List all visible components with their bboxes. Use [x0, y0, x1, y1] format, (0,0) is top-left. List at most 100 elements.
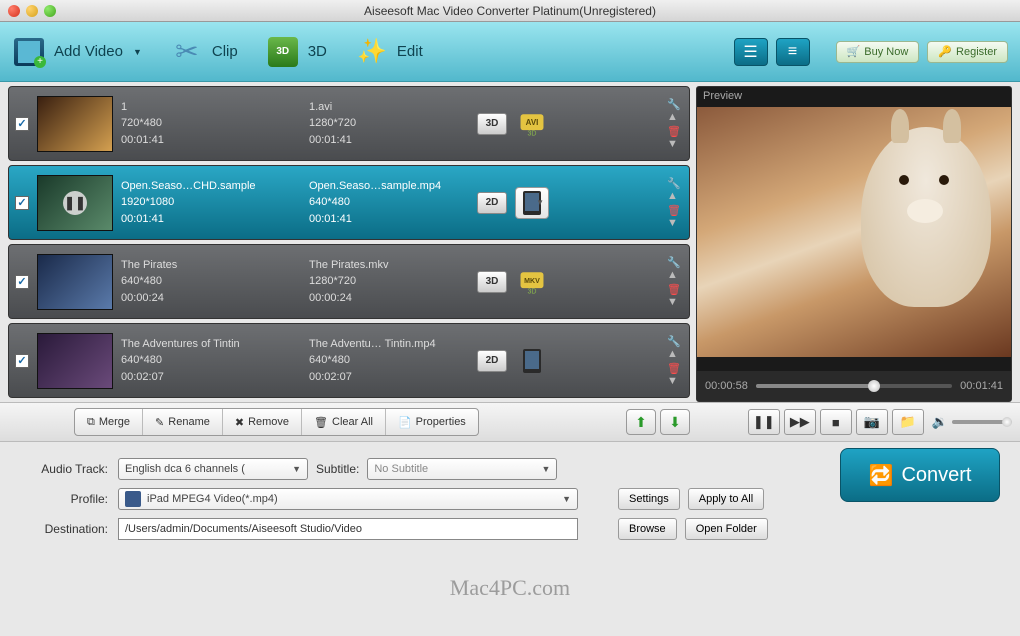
- checkbox[interactable]: ✓: [15, 117, 29, 131]
- checkbox[interactable]: ✓: [15, 354, 29, 368]
- format-cell: [515, 344, 549, 378]
- sort-up-icon[interactable]: ▲: [667, 351, 681, 359]
- view-grid-button[interactable]: ≡: [776, 38, 810, 66]
- move-down-button[interactable]: ⬇: [660, 409, 690, 435]
- camera-icon: 📷: [864, 414, 880, 430]
- dimension-badge[interactable]: 3D: [477, 113, 507, 135]
- destination-input[interactable]: /Users/admin/Documents/Aiseesoft Studio/…: [118, 518, 578, 540]
- sort-down-icon[interactable]: ▼: [667, 378, 681, 386]
- action-bar: ⧉Merge ✎Rename ✖Remove 🗑 Clear All 📄Prope…: [0, 402, 1020, 442]
- convert-button[interactable]: 🔁 Convert: [840, 448, 1000, 502]
- sort-up-icon[interactable]: ▲: [667, 272, 681, 280]
- clear-all-button[interactable]: 🗑 Clear All: [302, 409, 386, 435]
- trash-icon[interactable]: 🗑: [667, 362, 681, 375]
- doc-icon: 📄: [398, 416, 412, 429]
- source-info: The Pirates640*48000:00:24: [121, 257, 301, 307]
- chevron-down-icon: ▼: [133, 47, 142, 57]
- list-item[interactable]: ✓The Pirates640*48000:00:24The Pirates.m…: [8, 244, 690, 319]
- watermark-text: Mac4PC.com: [0, 575, 1020, 601]
- view-list-button[interactable]: ☰: [734, 38, 768, 66]
- audio-track-select[interactable]: English dca 6 channels (▼: [118, 458, 308, 480]
- main-toolbar: Add Video ▼ ✂ Clip 3D 3D ✨ Edit ☰ ≡ 🛒 Bu…: [0, 22, 1020, 82]
- source-duration: 00:01:41: [121, 211, 301, 228]
- source-resolution: 1920*1080: [121, 194, 301, 211]
- open-folder-button[interactable]: 📁: [892, 409, 924, 435]
- pause-button[interactable]: ❚❚: [748, 409, 780, 435]
- edit-button[interactable]: ✨ Edit: [355, 35, 423, 69]
- destination-label: Destination:: [18, 522, 108, 536]
- subtitle-select[interactable]: No Subtitle▼: [367, 458, 557, 480]
- browse-button[interactable]: Browse: [618, 518, 677, 540]
- settings-button[interactable]: Settings: [618, 488, 680, 510]
- thumbnail[interactable]: [37, 96, 113, 152]
- properties-button[interactable]: 📄Properties: [386, 409, 478, 435]
- clip-button[interactable]: ✂ Clip: [170, 35, 238, 69]
- seek-slider[interactable]: [756, 384, 952, 388]
- dimension-badge[interactable]: 2D: [477, 350, 507, 372]
- buy-now-button[interactable]: 🛒 Buy Now: [836, 41, 920, 63]
- format-cell: MKV3D: [515, 265, 549, 299]
- add-video-label: Add Video: [54, 43, 123, 60]
- wand-icon: ✨: [355, 35, 389, 69]
- list-item[interactable]: ✓ ❚❚Open.Seaso…CHD.sample1920*108000:01:4…: [8, 165, 690, 240]
- thumbnail[interactable]: ❚❚: [37, 175, 113, 231]
- pencil-icon: ✎: [155, 416, 164, 429]
- next-button[interactable]: ▶▶: [784, 409, 816, 435]
- volume-slider[interactable]: [952, 420, 1012, 424]
- arrow-up-icon: ⬆: [635, 414, 647, 431]
- threeD-button[interactable]: 3D 3D: [266, 35, 327, 69]
- sort-up-icon[interactable]: ▲: [667, 114, 681, 122]
- profile-select[interactable]: iPad MPEG4 Video(*.mp4)▼: [118, 488, 578, 510]
- wrench-icon[interactable]: 🔧: [667, 256, 681, 269]
- sort-down-icon[interactable]: ▼: [667, 299, 681, 307]
- wrench-icon[interactable]: 🔧: [667, 177, 681, 190]
- checkbox[interactable]: ✓: [15, 196, 29, 210]
- stop-button[interactable]: ■: [820, 409, 852, 435]
- add-video-button[interactable]: Add Video ▼: [12, 35, 142, 69]
- output-resolution: 640*480: [309, 352, 469, 369]
- sort-down-icon[interactable]: ▼: [667, 220, 681, 228]
- open-folder-button[interactable]: Open Folder: [685, 518, 768, 540]
- preview-image: [697, 107, 1011, 357]
- svg-text:AVI: AVI: [526, 117, 539, 126]
- source-duration: 00:01:41: [121, 132, 301, 149]
- source-info: Open.Seaso…CHD.sample1920*108000:01:41: [121, 178, 301, 228]
- wrench-icon[interactable]: 🔧: [667, 98, 681, 111]
- trash-icon[interactable]: 🗑: [667, 283, 681, 296]
- sort-down-icon[interactable]: ▼: [667, 141, 681, 149]
- clip-label: Clip: [212, 43, 238, 60]
- register-button[interactable]: 🔑 Register: [927, 41, 1008, 63]
- clear-icon: 🗑: [314, 416, 328, 429]
- dimension-badge[interactable]: 3D: [477, 271, 507, 293]
- sort-up-icon[interactable]: ▲: [667, 193, 681, 201]
- rename-button[interactable]: ✎Rename: [143, 409, 223, 435]
- trash-icon[interactable]: 🗑: [667, 125, 681, 138]
- clear-all-label: Clear All: [332, 416, 373, 428]
- checkbox[interactable]: ✓: [15, 275, 29, 289]
- output-name: The Adventu… Tintin.mp4: [309, 336, 469, 353]
- apply-to-all-button[interactable]: Apply to All: [688, 488, 764, 510]
- move-up-button[interactable]: ⬆: [626, 409, 656, 435]
- snapshot-button[interactable]: 📷: [856, 409, 888, 435]
- list-item[interactable]: ✓The Adventures of Tintin640*48000:02:07…: [8, 323, 690, 398]
- merge-button[interactable]: ⧉Merge: [75, 409, 143, 435]
- row-actions: 🔧 ▲ 🗑 ▼: [667, 335, 681, 385]
- cart-icon: 🛒: [847, 45, 861, 58]
- trash-icon[interactable]: 🗑: [667, 204, 681, 217]
- output-info: The Adventu… Tintin.mp4640*48000:02:07: [309, 336, 469, 386]
- thumbnail[interactable]: [37, 333, 113, 389]
- audio-track-label: Audio Track:: [18, 462, 108, 476]
- convert-label: Convert: [901, 464, 971, 487]
- format-select[interactable]: ▼: [515, 187, 549, 219]
- subtitle-label: Subtitle:: [316, 462, 359, 476]
- titlebar: Aiseesoft Mac Video Converter Platinum(U…: [0, 0, 1020, 22]
- dimension-badge[interactable]: 2D: [477, 192, 507, 214]
- film-icon: [14, 38, 44, 66]
- remove-button[interactable]: ✖Remove: [223, 409, 302, 435]
- wrench-icon[interactable]: 🔧: [667, 335, 681, 348]
- source-resolution: 640*480: [121, 352, 301, 369]
- output-name: 1.avi: [309, 99, 469, 116]
- thumbnail[interactable]: [37, 254, 113, 310]
- audio-track-value: English dca 6 channels (: [125, 463, 245, 475]
- list-item[interactable]: ✓1720*48000:01:411.avi1280*72000:01:413D…: [8, 86, 690, 161]
